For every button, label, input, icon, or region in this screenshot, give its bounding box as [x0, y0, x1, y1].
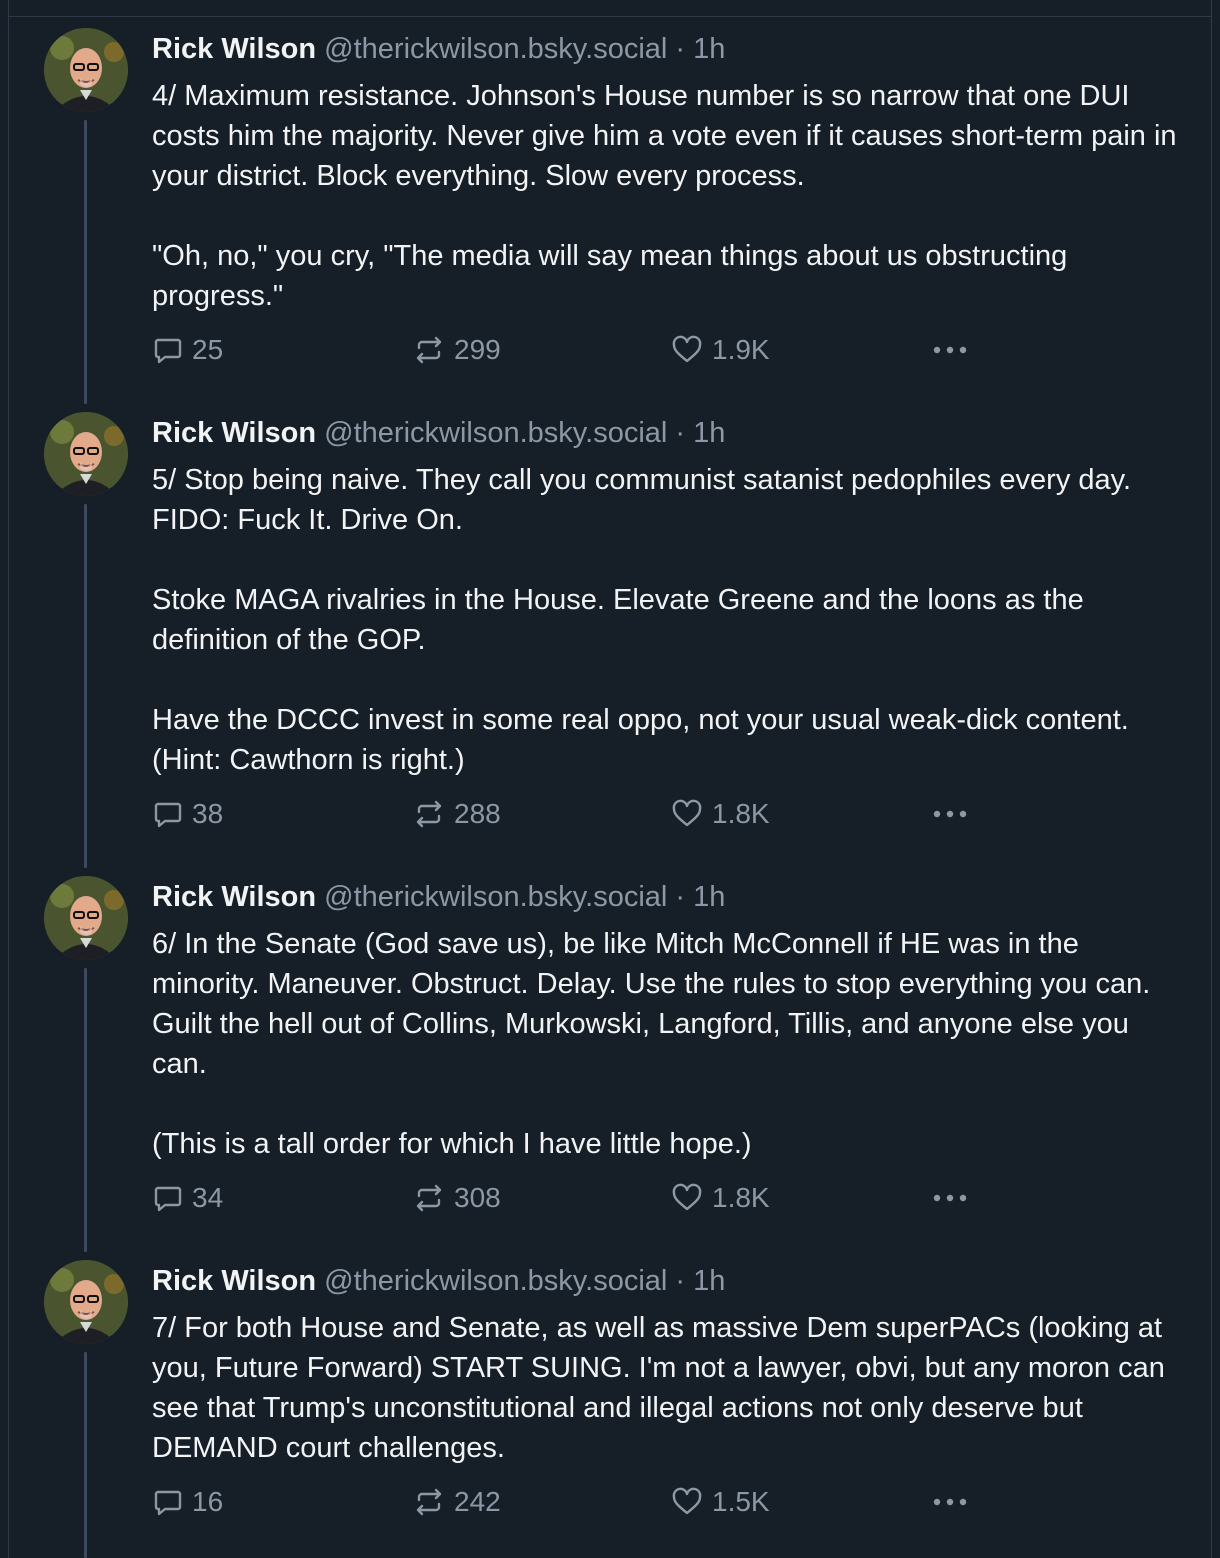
ellipsis-icon — [933, 1498, 967, 1506]
post-actions: 38 288 1.8K — [0, 796, 1220, 832]
reply-icon — [154, 1490, 182, 1516]
repost-button[interactable]: 308 — [412, 1180, 501, 1216]
author-name[interactable]: Rick Wilson — [152, 1265, 316, 1297]
post-header: Rick Wilson @therickwilson.bsky.social ·… — [152, 878, 725, 916]
like-button[interactable]: 1.8K — [670, 1180, 770, 1216]
more-options-button[interactable] — [930, 332, 970, 368]
repost-count: 308 — [454, 1182, 501, 1213]
timestamp[interactable]: 1h — [693, 1265, 725, 1297]
like-button[interactable]: 1.9K — [670, 332, 770, 368]
post-paragraph: Stoke MAGA rivalries in the House. Eleva… — [152, 584, 1084, 656]
heart-icon — [672, 335, 702, 363]
author-name[interactable]: Rick Wilson — [152, 881, 316, 913]
post-header: Rick Wilson @therickwilson.bsky.social ·… — [152, 414, 725, 452]
reply-icon — [154, 1186, 182, 1212]
like-count: 1.8K — [712, 798, 770, 829]
post-text: 6/ In the Senate (God save us), be like … — [152, 924, 1182, 1164]
author-handle[interactable]: @therickwilson.bsky.social — [324, 33, 667, 65]
reply-button[interactable]: 34 — [152, 1180, 223, 1216]
reply-button[interactable]: 16 — [152, 1484, 223, 1520]
post-paragraph: 4/ Maximum resistance. Johnson's House n… — [152, 80, 1177, 192]
reply-count: 25 — [192, 334, 224, 365]
reply-icon — [154, 802, 182, 828]
repost-button[interactable]: 299 — [412, 332, 501, 368]
more-options-button[interactable] — [930, 796, 970, 832]
more-options-button[interactable] — [930, 1180, 970, 1216]
author-name[interactable]: Rick Wilson — [152, 33, 316, 65]
author-handle[interactable]: @therickwilson.bsky.social — [324, 881, 667, 913]
separator: · — [675, 33, 686, 65]
post-text: 4/ Maximum resistance. Johnson's House n… — [152, 76, 1182, 316]
reply-count: 38 — [192, 798, 224, 829]
top-divider — [8, 16, 1212, 17]
repost-icon — [416, 1184, 442, 1212]
post-actions: 16 242 1.5K — [0, 1484, 1220, 1520]
post-actions: 25 299 1.9K — [0, 332, 1220, 368]
like-button[interactable]: 1.5K — [670, 1484, 770, 1520]
post-header: Rick Wilson @therickwilson.bsky.social ·… — [152, 30, 725, 68]
like-count: 1.9K — [712, 334, 770, 365]
avatar[interactable] — [44, 28, 128, 112]
like-button[interactable]: 1.8K — [670, 796, 770, 832]
more-options-button[interactable] — [930, 1484, 970, 1520]
ellipsis-icon — [933, 1194, 967, 1202]
repost-icon — [416, 800, 442, 828]
avatar[interactable] — [44, 412, 128, 496]
timestamp[interactable]: 1h — [693, 33, 725, 65]
timestamp[interactable]: 1h — [693, 417, 725, 449]
avatar[interactable] — [44, 876, 128, 960]
heart-icon — [672, 1183, 702, 1211]
repost-count: 242 — [454, 1486, 501, 1517]
reply-button[interactable]: 38 — [152, 796, 223, 832]
ellipsis-icon — [933, 346, 967, 354]
reply-icon — [154, 338, 182, 364]
post-text: 7/ For both House and Senate, as well as… — [152, 1308, 1182, 1468]
like-count: 1.8K — [712, 1182, 770, 1213]
post-text: 5/ Stop being naive. They call you commu… — [152, 460, 1182, 780]
repost-button[interactable]: 242 — [412, 1484, 501, 1520]
reply-count: 16 — [192, 1486, 224, 1517]
repost-count: 299 — [454, 334, 501, 365]
repost-count: 288 — [454, 798, 501, 829]
separator: · — [675, 1265, 686, 1297]
reply-count: 34 — [192, 1182, 224, 1213]
separator: · — [675, 417, 686, 449]
post-paragraph: 6/ In the Senate (God save us), be like … — [152, 928, 1151, 1080]
repost-icon — [416, 336, 442, 364]
post-paragraph: (This is a tall order for which I have l… — [152, 1128, 752, 1160]
post-paragraph: 5/ Stop being naive. They call you commu… — [152, 464, 1132, 536]
heart-icon — [672, 799, 702, 827]
author-name[interactable]: Rick Wilson — [152, 417, 316, 449]
heart-icon — [672, 1487, 702, 1515]
post-paragraph: Have the DCCC invest in some real oppo, … — [152, 704, 1129, 776]
like-count: 1.5K — [712, 1486, 770, 1517]
thread-line — [84, 1352, 87, 1558]
author-handle[interactable]: @therickwilson.bsky.social — [324, 1265, 667, 1297]
reply-button[interactable]: 25 — [152, 332, 223, 368]
avatar[interactable] — [44, 1260, 128, 1344]
ellipsis-icon — [933, 810, 967, 818]
post-paragraph: 7/ For both House and Senate, as well as… — [152, 1312, 1165, 1464]
separator: · — [675, 881, 686, 913]
post-paragraph: "Oh, no," you cry, "The media will say m… — [152, 240, 1068, 312]
repost-icon — [416, 1488, 442, 1516]
repost-button[interactable]: 288 — [412, 796, 501, 832]
author-handle[interactable]: @therickwilson.bsky.social — [324, 417, 667, 449]
post-actions: 34 308 1.8K — [0, 1180, 1220, 1216]
timestamp[interactable]: 1h — [693, 881, 725, 913]
post-header: Rick Wilson @therickwilson.bsky.social ·… — [152, 1262, 725, 1300]
